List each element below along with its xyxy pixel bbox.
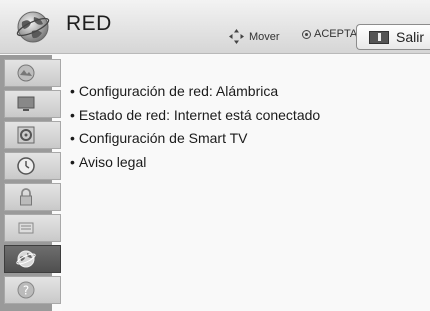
menu-item-label: Configuración de red: Alámbrica [78,83,279,99]
exit-key-icon [369,30,389,44]
sidebar-item-picture[interactable] [4,59,61,87]
clock-icon [17,157,35,175]
exit-button[interactable]: Salir [356,24,430,50]
lock-icon [20,188,32,206]
options-icon [18,222,34,234]
exit-label: Salir [396,29,425,45]
bullet-icon: • [70,153,75,170]
category-sidebar: ? [0,55,61,311]
tv-settings-screen: RED Mover ACEPTAR Salir ? • Configuració… [0,0,430,311]
sidebar-item-lock[interactable] [4,183,61,211]
sidebar-item-options[interactable] [4,214,61,242]
bullet-icon: • [70,106,75,123]
sidebar-item-audio[interactable] [4,121,61,149]
move-hint-label: Mover [249,30,280,43]
audio-icon [17,126,35,144]
menu-item-network-config[interactable]: • Configuración de red: Alámbrica [70,81,320,105]
move-hint: Mover [228,28,280,45]
settings-list: • Configuración de red: Alámbrica • Estado… [70,81,320,175]
menu-item-label: Configuración de Smart TV [78,130,248,146]
monitor-icon [17,96,35,111]
sidebar-item-help[interactable]: ? [4,276,61,304]
svg-text:?: ? [23,284,29,298]
menu-item-network-status[interactable]: • Estado de red: Internet está conectado [70,105,320,129]
picture-icon [17,64,35,82]
sidebar-item-screen[interactable] [4,90,61,118]
bullet-icon: • [70,130,75,146]
header-bar: RED Mover ACEPTAR Salir [0,0,430,54]
ok-button-icon [302,29,311,39]
navigation-arrows-icon [229,29,244,44]
menu-item-label: Aviso legal [78,153,147,170]
sidebar-item-network[interactable] [4,245,61,273]
network-globe-icon [16,11,50,43]
network-icon [16,250,36,268]
menu-item-smart-tv-config[interactable]: • Configuración de Smart TV [70,128,320,152]
help-icon: ? [17,281,35,299]
sidebar-item-time[interactable] [4,152,61,180]
menu-item-label: Estado de red: Internet está conectado [78,106,321,123]
page-title: RED [66,12,112,35]
menu-item-legal-notice[interactable]: • Aviso legal [70,152,320,176]
network-settings-panel: • Configuración de red: Alámbrica • Estado… [62,55,430,311]
bullet-icon: • [70,83,75,99]
